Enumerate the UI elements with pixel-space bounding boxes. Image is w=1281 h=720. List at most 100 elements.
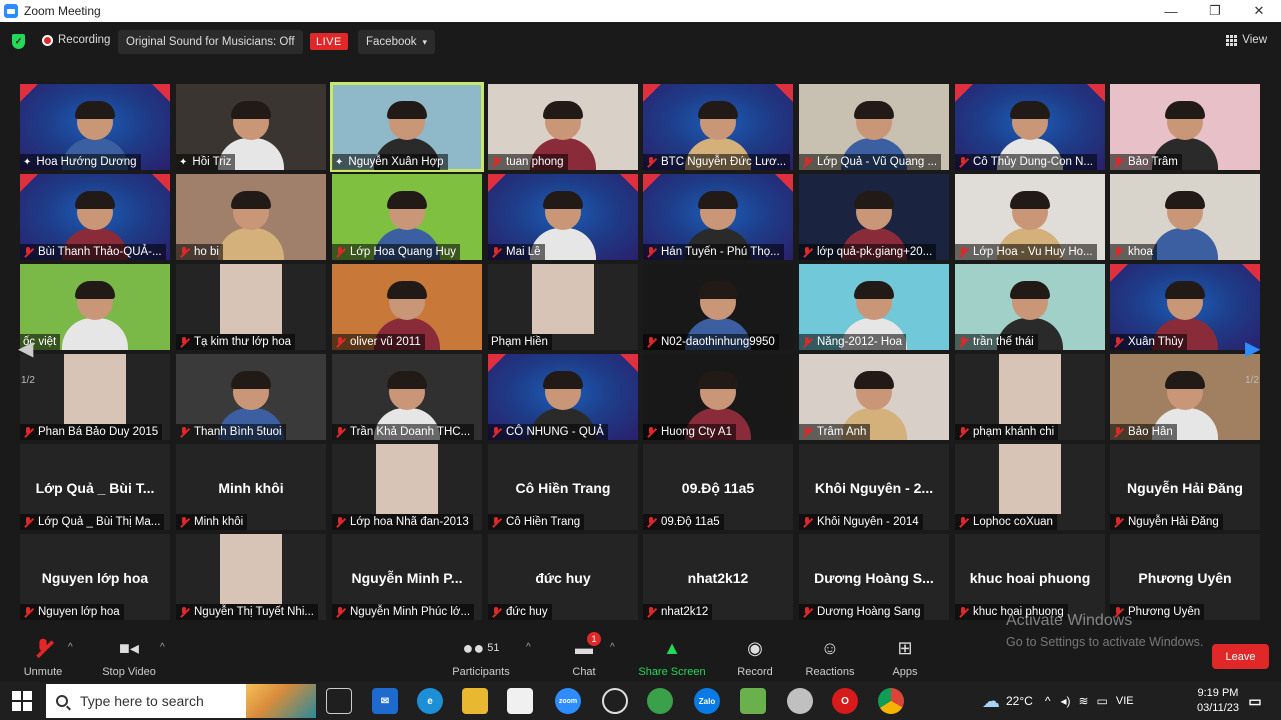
- encryption-shield-icon[interactable]: ✓: [12, 34, 25, 49]
- participants-caret-icon[interactable]: ^: [526, 642, 531, 653]
- media-app-icon[interactable]: [787, 688, 813, 714]
- close-button[interactable]: ✕: [1237, 0, 1281, 22]
- participant-tile[interactable]: Lớp Hoa - Vu Huy Ho...: [955, 174, 1105, 260]
- participant-name: CÔ NHUNG - QUẢ: [506, 426, 604, 438]
- network-app-icon[interactable]: [647, 688, 673, 714]
- record-button[interactable]: ◉ Record: [720, 636, 790, 679]
- view-button[interactable]: View: [1226, 34, 1267, 46]
- participant-tile[interactable]: đức huy đức huy: [488, 534, 638, 620]
- record-label: Record: [737, 666, 773, 678]
- chrome-browser-icon[interactable]: [878, 688, 904, 714]
- participant-tile[interactable]: khuc hoai phuong khuc hoai phuong: [955, 534, 1105, 620]
- notification-center-icon[interactable]: ▭: [1242, 688, 1268, 714]
- participant-tile[interactable]: Tạ kim thư lớp hoa: [176, 264, 326, 350]
- video-options-caret-icon[interactable]: ^: [160, 642, 165, 653]
- participant-tile[interactable]: ốc việt: [20, 264, 170, 350]
- zalo-app-icon[interactable]: Zalo: [694, 688, 720, 714]
- facebook-live-dropdown[interactable]: Facebook ▾: [358, 30, 436, 54]
- clock-app-icon[interactable]: [602, 688, 628, 714]
- file-explorer-icon[interactable]: [462, 688, 488, 714]
- participant-tile[interactable]: Minh khôi Minh khôi: [176, 444, 326, 530]
- language-indicator[interactable]: VIE: [1116, 695, 1134, 707]
- participant-tile[interactable]: CÔ NHUNG - QUẢ: [488, 354, 638, 440]
- opera-browser-icon[interactable]: O: [832, 688, 858, 714]
- mail-app-icon[interactable]: ✉: [372, 688, 398, 714]
- participant-tile[interactable]: Lớp Quả - Vũ Quang ...: [799, 84, 949, 170]
- chat-caret-icon[interactable]: ^: [610, 642, 615, 653]
- participant-tile[interactable]: ho bi: [176, 174, 326, 260]
- participant-tile[interactable]: Nguyen lớp hoa Nguyen lớp hoa: [20, 534, 170, 620]
- participant-tile[interactable]: Nguyễn Hải Đăng Nguyễn Hải Đăng: [1110, 444, 1260, 530]
- participant-tile[interactable]: nhat2k12 nhat2k12: [643, 534, 793, 620]
- participant-tile[interactable]: Lớp Quả _ Bùi T... Lớp Quả _ Bùi Thị Ma..…: [20, 444, 170, 530]
- participant-tile[interactable]: N02-daothinhung9950: [643, 264, 793, 350]
- participant-tile[interactable]: Thanh Bình 5tuoi: [176, 354, 326, 440]
- participant-tile[interactable]: Cô Thủy Dung-Con N...: [955, 84, 1105, 170]
- zoom-app-icon[interactable]: zoom: [555, 688, 581, 714]
- taskbar-clock[interactable]: 9:19 PM 03/11/23: [1197, 686, 1239, 716]
- weather-temperature[interactable]: 22°C: [1006, 694, 1033, 708]
- notepad-icon[interactable]: [507, 688, 533, 714]
- task-view-icon[interactable]: [326, 688, 352, 714]
- participant-tile[interactable]: Năng-2012- Hoa: [799, 264, 949, 350]
- wifi-icon[interactable]: ≋: [1078, 694, 1088, 708]
- edge-browser-icon[interactable]: e: [417, 688, 443, 714]
- chat-button[interactable]: ▬ 1 Chat: [549, 632, 619, 678]
- participant-tile[interactable]: Hán Tuyến - Phú Thọ...: [643, 174, 793, 260]
- chevron-up-icon[interactable]: ^: [1045, 694, 1051, 708]
- participant-tile[interactable]: Dương Hoàng S... Dương Hoàng Sang: [799, 534, 949, 620]
- participant-tile[interactable]: 09.Độ 11a5 09.Độ 11a5: [643, 444, 793, 530]
- original-sound-button[interactable]: Original Sound for Musicians: Off: [118, 30, 303, 54]
- participants-button[interactable]: ●● 51 Participants: [446, 636, 516, 679]
- layers-app-icon[interactable]: [740, 688, 766, 714]
- leave-button[interactable]: Leave: [1212, 644, 1269, 669]
- participant-tile[interactable]: Trần Khả Doanh THC...: [332, 354, 482, 440]
- participant-tile[interactable]: Nguyễn Minh P... Nguyễn Minh Phúc lớ...: [332, 534, 482, 620]
- participant-tile[interactable]: BTC Nguyễn Đức Lươ...: [643, 84, 793, 170]
- participant-tile[interactable]: Lớp hoa Nhã đan-2013: [332, 444, 482, 530]
- minimize-button[interactable]: —: [1149, 0, 1193, 22]
- participant-tile[interactable]: ✦ Hồi Triz: [176, 84, 326, 170]
- participant-tile[interactable]: Bảo Hân: [1110, 354, 1260, 440]
- maximize-button[interactable]: ❐: [1193, 0, 1237, 22]
- participant-tile[interactable]: oliver vũ 2011: [332, 264, 482, 350]
- participant-tile[interactable]: Xuân Thủy: [1110, 264, 1260, 350]
- share-screen-button[interactable]: ▲ Share Screen: [637, 636, 707, 679]
- participant-tile[interactable]: phạm khánh chi: [955, 354, 1105, 440]
- participant-name: Lớp hoa Nhã đan-2013: [350, 516, 469, 528]
- reactions-button[interactable]: ☺ Reactions: [795, 636, 865, 679]
- participant-tile[interactable]: Phan Bá Bảo Duy 2015: [20, 354, 170, 440]
- participant-tile[interactable]: Lophoc coXuan: [955, 444, 1105, 530]
- previous-page-arrow-icon[interactable]: ◀: [18, 336, 33, 361]
- participant-tile[interactable]: Khôi Nguyên - 2... Khôi Nguyên - 2014: [799, 444, 949, 530]
- participant-tile[interactable]: Cô Hiền Trang Cô Hiền Trang: [488, 444, 638, 530]
- recording-indicator[interactable]: Recording: [42, 34, 110, 46]
- taskbar-search-box[interactable]: Type here to search: [46, 684, 316, 718]
- participant-tile[interactable]: Phạm Hiền: [488, 264, 638, 350]
- battery-icon[interactable]: ▭: [1097, 694, 1108, 708]
- participant-tile[interactable]: Bùi Thanh Thảo-QUẢ-...: [20, 174, 170, 260]
- windows-start-icon[interactable]: [0, 682, 44, 720]
- participant-tile[interactable]: khoa: [1110, 174, 1260, 260]
- participant-tile[interactable]: Trâm Anh: [799, 354, 949, 440]
- weather-cloud-icon[interactable]: ☁: [982, 691, 1000, 712]
- participant-tile[interactable]: tuan phong: [488, 84, 638, 170]
- stop-video-button[interactable]: ■◂ Stop Video: [94, 636, 164, 679]
- participant-tile[interactable]: lớp quả-pk.giang+20...: [799, 174, 949, 260]
- participant-hair: [1165, 281, 1205, 299]
- next-page-arrow-icon[interactable]: ▶: [1245, 336, 1260, 361]
- participant-tile[interactable]: Mai Lê: [488, 174, 638, 260]
- participant-tile[interactable]: Nguyễn Thị Tuyết Nhi...: [176, 534, 326, 620]
- participant-name: khoa: [1128, 246, 1153, 258]
- speaker-icon[interactable]: ◂): [1060, 694, 1070, 708]
- participant-tile[interactable]: Lớp Hoa Quang Huy: [332, 174, 482, 260]
- participant-tile[interactable]: Huong Cty A1: [643, 354, 793, 440]
- audio-options-caret-icon[interactable]: ^: [68, 642, 73, 653]
- apps-button[interactable]: ⊞ Apps: [870, 636, 940, 679]
- participant-tile[interactable]: trần thế thái: [955, 264, 1105, 350]
- participant-tile[interactable]: Phương Uyên Phương Uyên: [1110, 534, 1260, 620]
- participant-tile[interactable]: Bảo Trâm: [1110, 84, 1260, 170]
- live-badge[interactable]: LIVE: [310, 33, 348, 50]
- participant-tile[interactable]: ✦ Hoa Hướng Dương: [20, 84, 170, 170]
- participant-tile[interactable]: ✦ Nguyễn Xuân Hợp: [330, 82, 484, 172]
